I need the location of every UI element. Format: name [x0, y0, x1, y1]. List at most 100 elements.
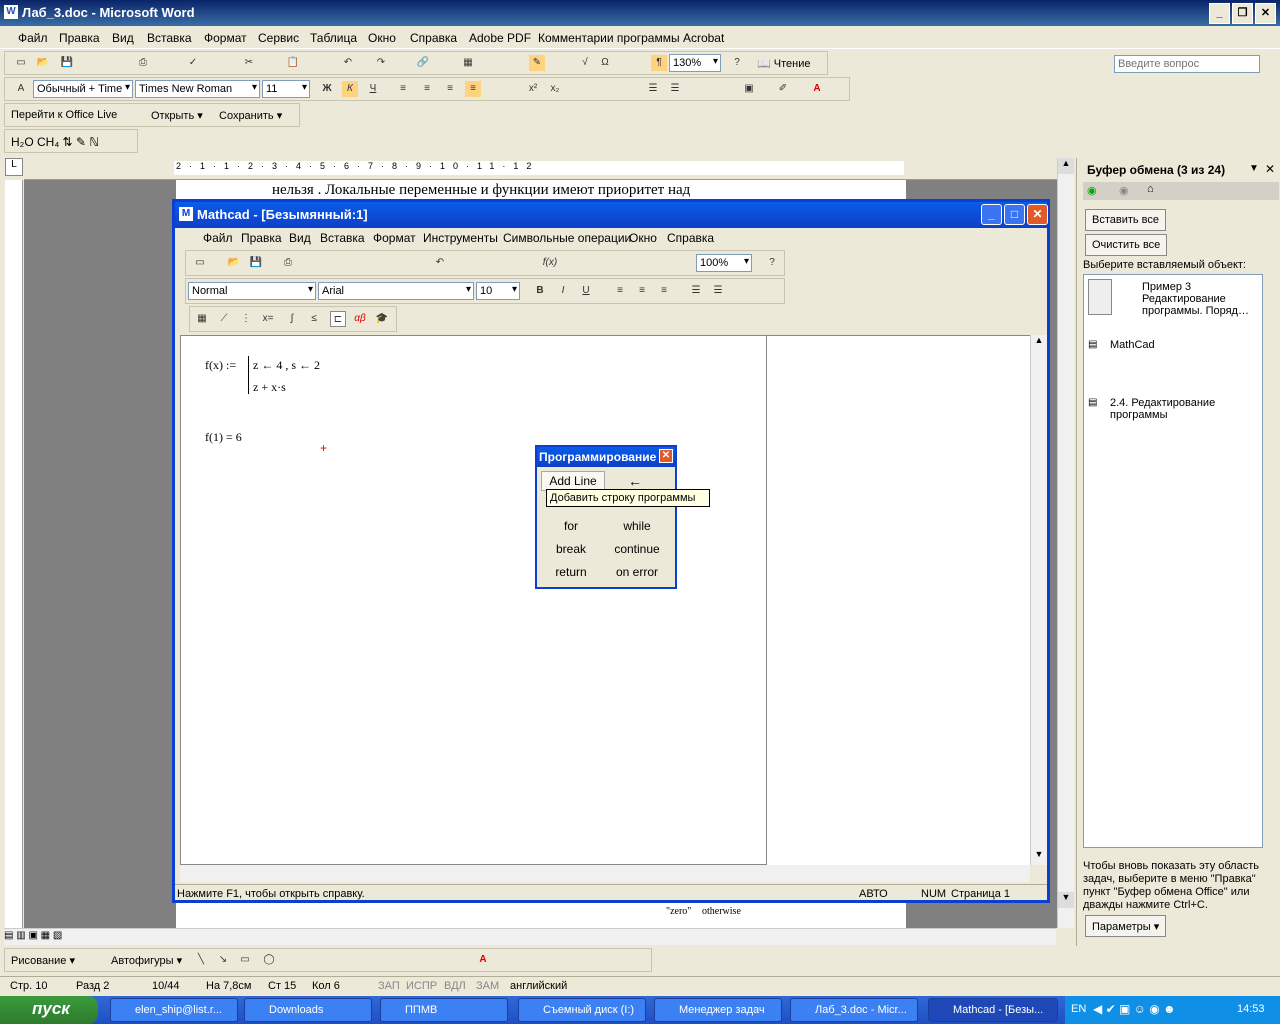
- vertical-ruler[interactable]: [5, 180, 23, 928]
- mc-fx-icon[interactable]: f(x): [542, 255, 558, 271]
- menu-table[interactable]: Таблица: [310, 31, 357, 45]
- menu-format[interactable]: Формат: [204, 31, 247, 45]
- mc-align-center-icon[interactable]: ≡: [634, 283, 650, 299]
- font-size-select[interactable]: 11: [262, 80, 310, 98]
- draw-font-color-icon[interactable]: A: [475, 952, 491, 968]
- mathcad-maximize-button[interactable]: □: [1004, 204, 1025, 225]
- scroll-up-icon[interactable]: ▲: [1058, 158, 1074, 174]
- return-button[interactable]: return: [541, 565, 601, 579]
- menu-window[interactable]: Окно: [368, 31, 396, 45]
- horizontal-ruler[interactable]: 2·1·1·2·3·4·5·6·7·8·9·10·11·12: [24, 158, 1057, 180]
- style-select[interactable]: Обычный + Time: [33, 80, 133, 98]
- mc-menu-window[interactable]: Окно: [629, 231, 657, 245]
- menu-insert[interactable]: Вставка: [147, 31, 192, 45]
- table-icon[interactable]: ▦: [460, 55, 476, 71]
- mc-open-icon[interactable]: 📂: [226, 255, 242, 271]
- clip-item-3[interactable]: 2.4. Редактирование программы: [1110, 397, 1256, 421]
- menu-help[interactable]: Справка: [410, 31, 457, 45]
- highlight-icon[interactable]: ✐: [775, 81, 791, 97]
- mathcad-close-button[interactable]: ✕: [1027, 204, 1048, 225]
- save-dropdown-button[interactable]: Сохранить ▾: [219, 109, 282, 122]
- task-word[interactable]: Лаб_3.doc - Micr...: [790, 998, 918, 1022]
- menu-acrobat-comments[interactable]: Комментарии программы Acrobat: [538, 31, 724, 45]
- font-select[interactable]: Times New Roman: [135, 80, 260, 98]
- forward-icon[interactable]: ◉: [1119, 184, 1129, 197]
- mc-bullets-icon[interactable]: ☰: [688, 283, 704, 299]
- continue-button[interactable]: continue: [607, 542, 667, 556]
- menu-file[interactable]: Файл: [18, 31, 48, 45]
- programming-icon[interactable]: ⊏: [330, 311, 346, 327]
- mc-bold-button[interactable]: B: [532, 283, 548, 299]
- drawing-menu[interactable]: Рисование ▾: [11, 954, 75, 967]
- mc-new-icon[interactable]: ▭: [192, 255, 208, 271]
- clip-item-2[interactable]: MathCad: [1110, 339, 1155, 351]
- border-icon[interactable]: ▣: [741, 81, 757, 97]
- ask-question-input[interactable]: [1114, 55, 1260, 73]
- on-error-button[interactable]: on error: [607, 565, 667, 579]
- scroll-down-icon[interactable]: ▼: [1058, 892, 1074, 908]
- status-rec[interactable]: ЗАП: [378, 980, 400, 992]
- pilcrow-icon[interactable]: ¶: [651, 55, 667, 71]
- mc-menu-file[interactable]: Файл: [203, 231, 233, 245]
- mc-help-icon[interactable]: ?: [764, 255, 780, 271]
- home-icon[interactable]: ⌂: [1147, 183, 1154, 195]
- local-assign-button[interactable]: ←: [605, 473, 665, 489]
- mathcad-vertical-scrollbar[interactable]: ▲ ▼: [1030, 335, 1047, 865]
- underline-button[interactable]: Ч: [365, 81, 381, 97]
- mc-menu-view[interactable]: Вид: [289, 231, 311, 245]
- task-ppmv[interactable]: ППМВ: [380, 998, 508, 1022]
- mc-scroll-down-icon[interactable]: ▼: [1031, 849, 1047, 865]
- status-ext[interactable]: ВДЛ: [444, 980, 466, 992]
- greek-icon[interactable]: αβ: [352, 311, 368, 327]
- word-horizontal-scrollbar[interactable]: ▤ ▥ ▣ ▦ ▧: [4, 928, 1056, 945]
- symbolic-icon[interactable]: 🎓: [374, 311, 390, 327]
- align-right-icon[interactable]: ≡: [442, 81, 458, 97]
- drawing-toggle-icon[interactable]: ✎: [529, 55, 545, 71]
- bold-button[interactable]: Ж: [319, 81, 335, 97]
- autoshapes-menu[interactable]: Автофигуры ▾: [111, 954, 182, 967]
- mc-numbering-icon[interactable]: ☰: [710, 283, 726, 299]
- task-chrome[interactable]: elen_ship@list.r...: [110, 998, 238, 1022]
- status-ovr[interactable]: ЗАМ: [476, 980, 499, 992]
- calculus-icon[interactable]: ∫: [284, 311, 300, 327]
- paste-all-button[interactable]: Вставить все: [1085, 209, 1167, 231]
- mc-menu-format[interactable]: Формат: [373, 231, 416, 245]
- taskpane-dropdown-icon[interactable]: ▼: [1249, 163, 1259, 174]
- undo-icon[interactable]: ↶: [340, 55, 356, 71]
- mc-undo-icon[interactable]: ↶: [432, 255, 448, 271]
- programming-close-button[interactable]: ✕: [659, 449, 673, 463]
- evaluation-icon[interactable]: x=: [260, 311, 276, 327]
- mathcad-worksheet-right[interactable]: [767, 335, 1030, 865]
- mc-font-select[interactable]: Arial: [318, 282, 474, 300]
- reading-button[interactable]: 📖 Чтение: [757, 57, 810, 70]
- styles-icon[interactable]: A: [13, 81, 29, 97]
- matrix-icon[interactable]: ⋮: [238, 311, 254, 327]
- subscript-icon[interactable]: x₂: [547, 81, 563, 97]
- open-button[interactable]: Открыть ▾: [151, 109, 203, 122]
- view-buttons[interactable]: ▤ ▥ ▣ ▦ ▧: [4, 930, 84, 944]
- word-vertical-scrollbar[interactable]: ▲ ▼: [1057, 158, 1074, 928]
- paste-icon[interactable]: 📋: [285, 55, 301, 71]
- omega-icon[interactable]: Ω: [597, 55, 613, 71]
- clear-all-button[interactable]: Очистить все: [1085, 234, 1168, 256]
- clip-item-1[interactable]: Пример 3 Редактирование программы. Поряд…: [1142, 281, 1252, 317]
- calculator-icon[interactable]: ▦: [194, 311, 210, 327]
- mc-align-left-icon[interactable]: ≡: [612, 283, 628, 299]
- menu-edit[interactable]: Правка: [59, 31, 100, 45]
- mc-style-select[interactable]: Normal: [188, 282, 316, 300]
- for-button[interactable]: for: [541, 519, 601, 533]
- font-color-icon[interactable]: A: [809, 81, 825, 97]
- back-icon[interactable]: ◉: [1087, 184, 1097, 197]
- hyperlink-icon[interactable]: 🔗: [415, 55, 431, 71]
- align-left-icon[interactable]: ≡: [395, 81, 411, 97]
- mc-italic-button[interactable]: I: [555, 283, 571, 299]
- language-indicator[interactable]: EN: [1071, 1003, 1086, 1015]
- start-button[interactable]: пуск: [0, 996, 98, 1024]
- mc-menu-help[interactable]: Справка: [667, 231, 714, 245]
- parameters-button[interactable]: Параметры ▾: [1085, 915, 1167, 937]
- menu-adobe-pdf[interactable]: Adobe PDF: [469, 31, 531, 45]
- tray-icons[interactable]: ◀ ✔ ▣ ☺ ◉ ☻: [1093, 1002, 1176, 1016]
- minimize-button[interactable]: _: [1209, 3, 1230, 24]
- mc-menu-edit[interactable]: Правка: [241, 231, 282, 245]
- close-button[interactable]: ✕: [1255, 3, 1276, 24]
